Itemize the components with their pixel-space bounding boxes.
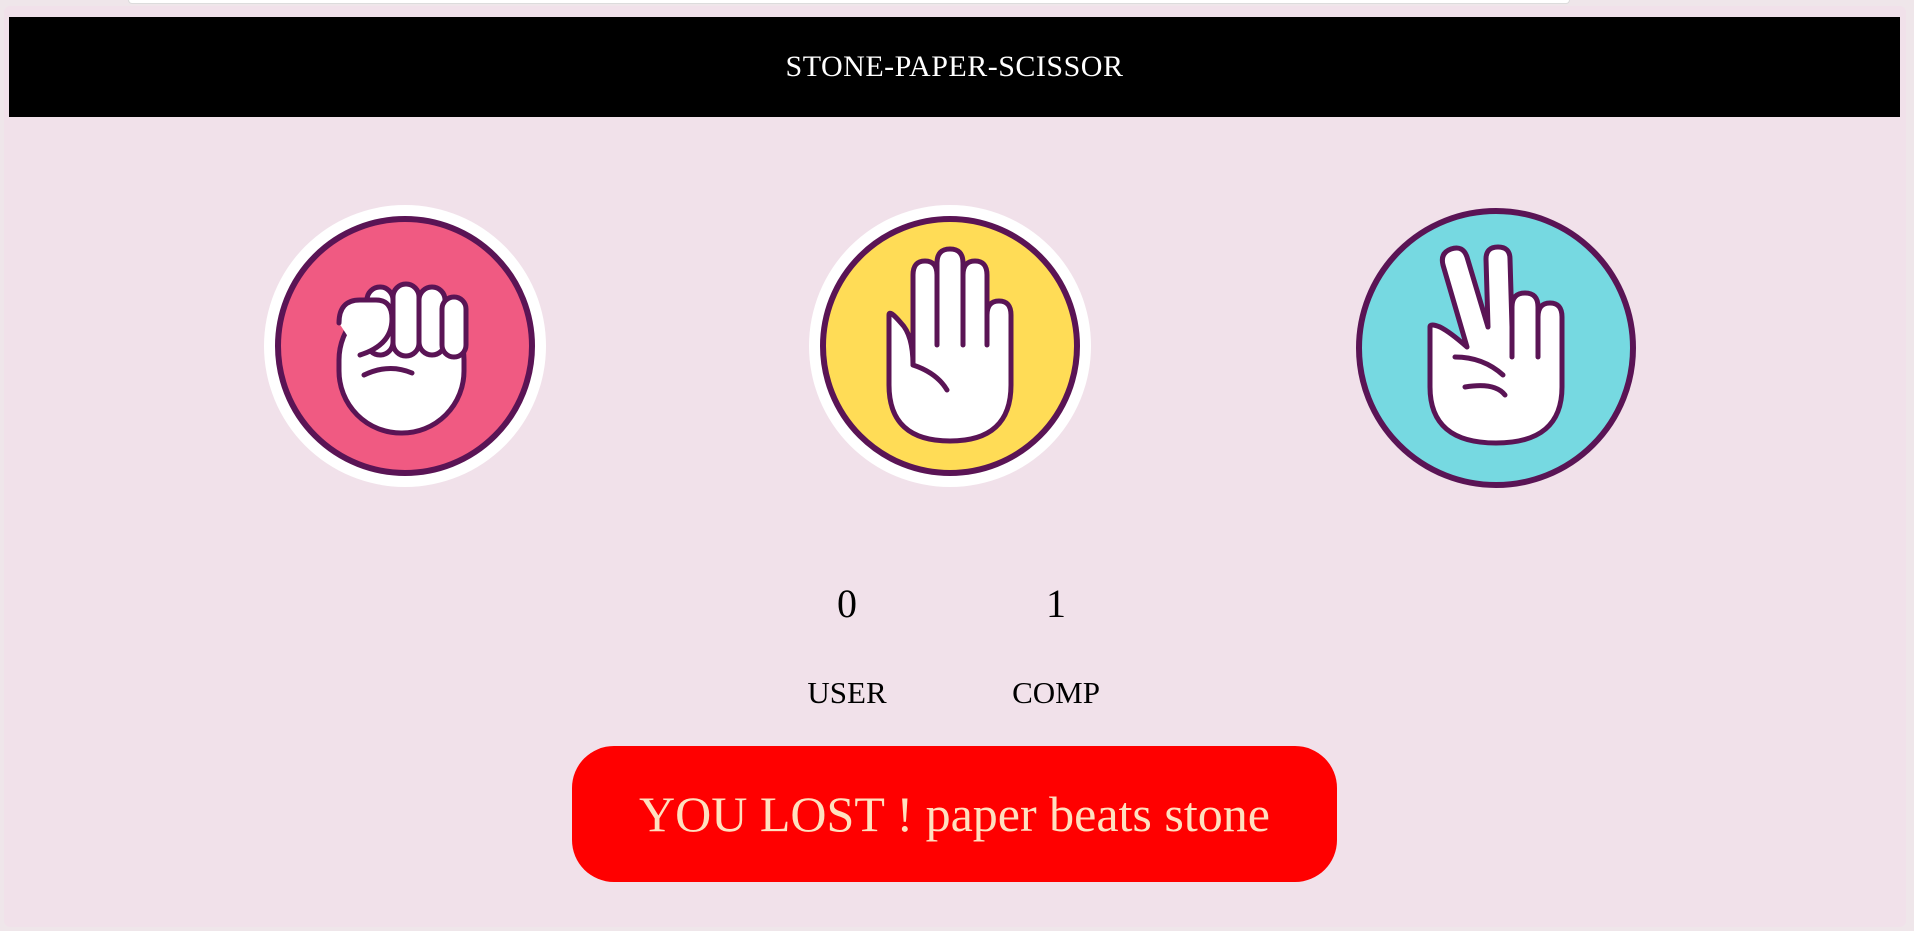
open-hand-icon: [820, 216, 1080, 476]
user-score: 0: [837, 581, 857, 626]
browser-edge: [128, 0, 1570, 4]
scissor-choice-button[interactable]: [1355, 207, 1637, 489]
result-message: YOU LOST ! paper beats stone: [572, 746, 1337, 882]
app-header: STONE-PAPER-SCISSOR: [9, 17, 1900, 117]
user-label: USER: [807, 675, 887, 710]
stone-choice-button[interactable]: [264, 205, 546, 487]
comp-score: 1: [1046, 581, 1066, 626]
victory-hand-icon: [1356, 208, 1636, 488]
result-message-text: YOU LOST ! paper beats stone: [639, 786, 1270, 842]
page-title: STONE-PAPER-SCISSOR: [785, 50, 1124, 83]
comp-label: COMP: [1012, 675, 1100, 710]
fist-icon: [275, 216, 535, 476]
paper-choice-button[interactable]: [809, 205, 1091, 487]
